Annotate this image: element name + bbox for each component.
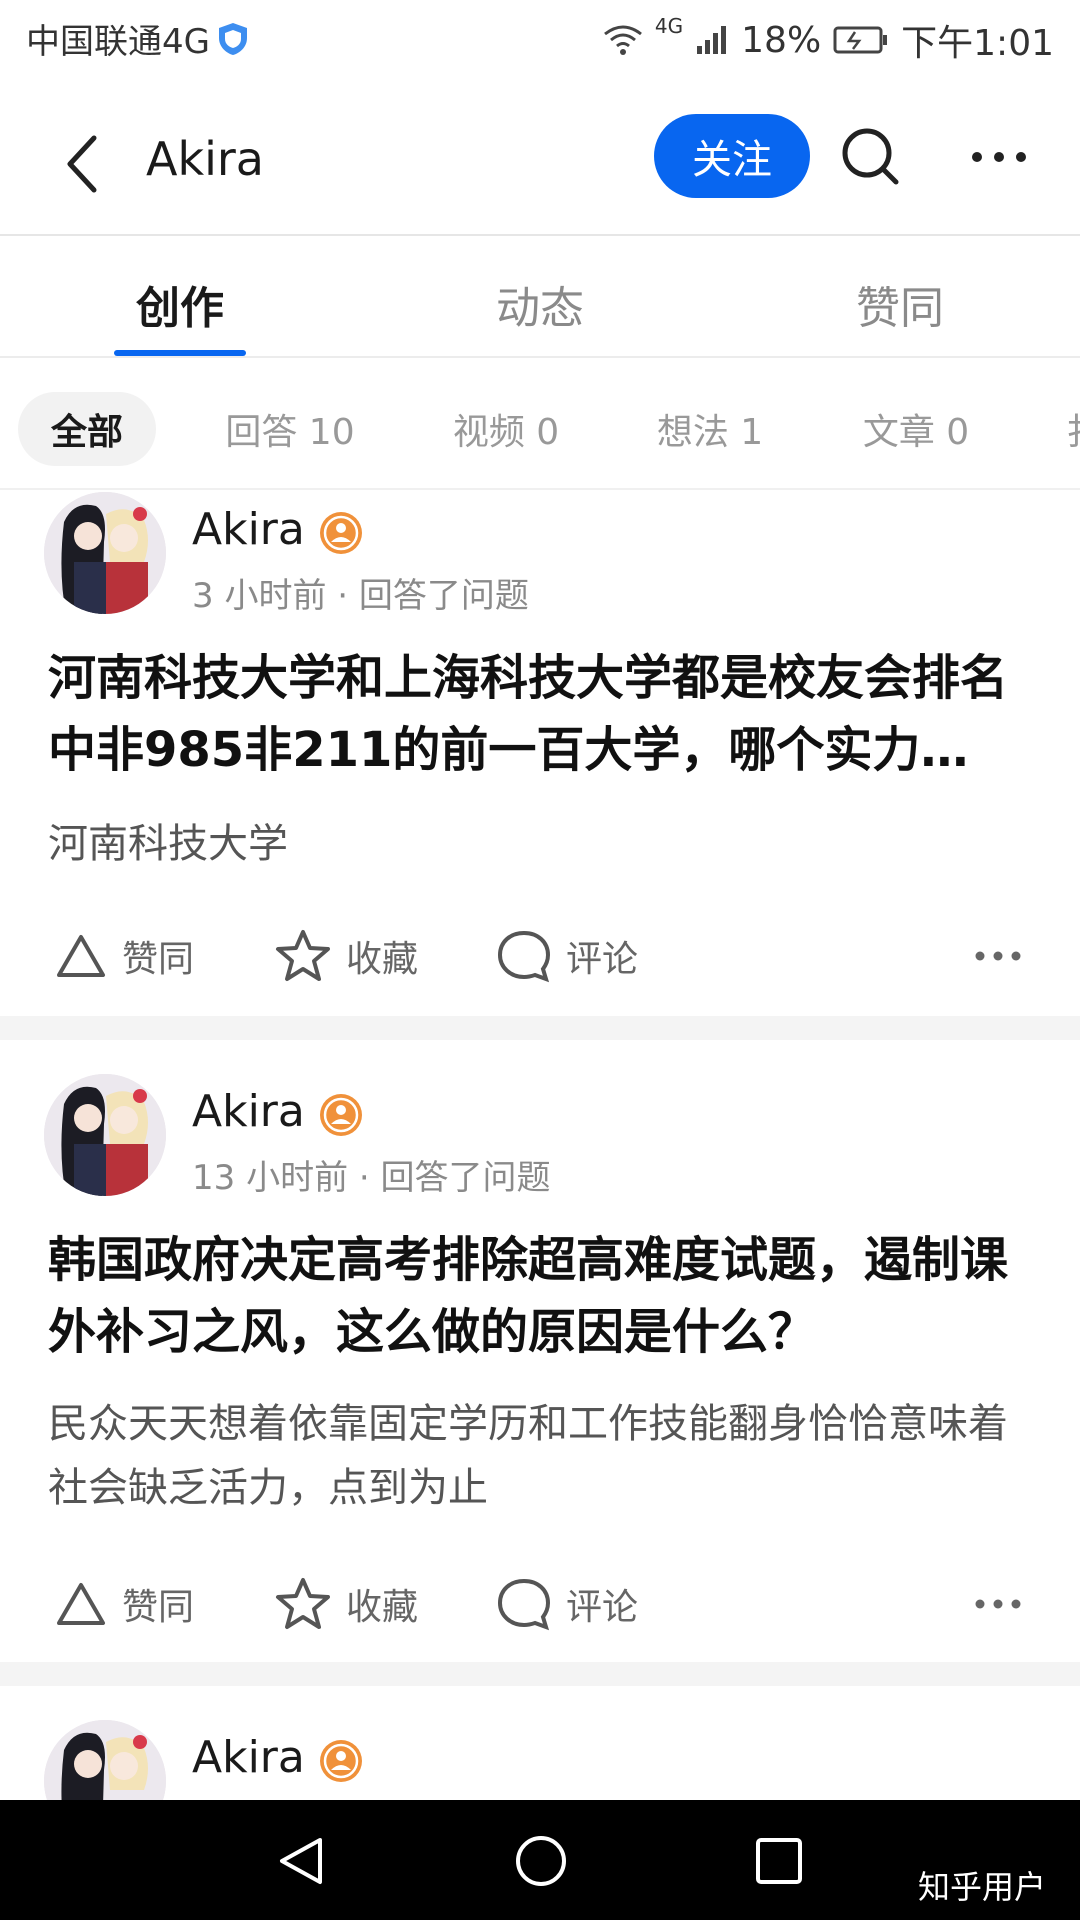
post-more-button[interactable] xyxy=(968,1574,1028,1634)
post-more-button[interactable] xyxy=(968,926,1028,986)
feed-card[interactable]: Akira xyxy=(0,1720,1080,1800)
filter-thoughts[interactable]: 想法 1 xyxy=(640,392,780,466)
nav-home-button[interactable] xyxy=(506,1826,576,1896)
comment-button[interactable]: 评论 xyxy=(496,916,638,996)
carrier-info: 中国联通4G xyxy=(26,14,250,63)
upvote-button[interactable]: 赞同 xyxy=(54,1564,194,1644)
search-button[interactable] xyxy=(836,122,906,192)
comment-button[interactable]: 评论 xyxy=(496,1564,638,1644)
feed-card[interactable]: Akira 13 小时前 · 回答了问题 韩国政府决定高考排除超高难度试题，遏制… xyxy=(0,1074,1080,1654)
profile-tabs: 创作 动态 赞同 xyxy=(0,238,1080,358)
nav-recents-button[interactable] xyxy=(744,1826,814,1896)
avatar[interactable] xyxy=(44,492,166,614)
card-separator xyxy=(0,1662,1080,1686)
comment-bubble-icon xyxy=(497,1578,551,1631)
more-horizontal-icon xyxy=(975,951,1021,961)
battery-percent: 18% xyxy=(741,19,822,61)
tab-creation[interactable]: 创作 xyxy=(80,272,280,336)
answer-excerpt[interactable]: 河南科技大学 xyxy=(48,812,1038,876)
upvote-label: 赞同 xyxy=(122,939,195,980)
filter-more-clipped[interactable]: 扌 xyxy=(1064,392,1080,466)
filter-videos[interactable]: 视频 0 xyxy=(436,392,576,466)
collect-button[interactable]: 收藏 xyxy=(274,1564,418,1644)
avatar[interactable] xyxy=(44,1074,166,1196)
battery-charging-icon xyxy=(833,26,888,54)
author-name[interactable]: Akira xyxy=(192,504,305,555)
star-icon xyxy=(276,1578,330,1629)
clock: 下午1:01 xyxy=(901,23,1054,64)
chevron-left-icon xyxy=(67,135,97,193)
question-title[interactable]: 韩国政府决定高考排除超高难度试题，遏制课外补习之风，这么做的原因是什么？ xyxy=(48,1224,1038,1368)
tab-upvoted[interactable]: 赞同 xyxy=(800,272,1000,336)
avatar-illustration xyxy=(44,1720,166,1800)
filter-answers[interactable]: 回答 10 xyxy=(210,392,370,466)
collect-label: 收藏 xyxy=(346,1587,419,1628)
comment-label: 评论 xyxy=(566,1587,639,1628)
signal-icon xyxy=(697,26,727,54)
content-filter-bar: 全部 回答 10 视频 0 想法 1 文章 0 扌 xyxy=(0,360,1080,490)
search-icon xyxy=(842,128,899,185)
follow-button[interactable]: 关注 xyxy=(654,114,810,198)
question-title[interactable]: 河南科技大学和上海科技大学都是校友会排名中非985非211的前一百大学，哪个实力… xyxy=(48,642,1038,786)
author-name[interactable]: Akira xyxy=(192,1732,305,1783)
author-name[interactable]: Akira xyxy=(192,1086,305,1137)
status-right: 4G 18% 下午1:01 xyxy=(603,14,1054,66)
post-meta: 3 小时前 · 回答了问题 xyxy=(192,576,529,616)
upvote-label: 赞同 xyxy=(122,1587,195,1628)
system-nav-bar: 知乎用户 xyxy=(0,1800,1080,1920)
upvote-triangle-icon xyxy=(57,1583,105,1625)
post-meta: 13 小时前 · 回答了问题 xyxy=(192,1158,551,1198)
active-tab-indicator xyxy=(114,350,246,356)
card-separator xyxy=(0,1016,1080,1040)
filter-articles[interactable]: 文章 0 xyxy=(846,392,986,466)
collect-button[interactable]: 收藏 xyxy=(274,916,418,996)
tab-activity[interactable]: 动态 xyxy=(440,272,640,336)
comment-bubble-icon xyxy=(497,930,551,983)
network-type: 4G xyxy=(654,14,684,38)
shield-icon xyxy=(218,22,247,55)
more-options-button[interactable] xyxy=(964,122,1034,192)
nav-back-button[interactable] xyxy=(266,1826,336,1896)
status-bar: 中国联通4G 4G 18% 下午1:01 xyxy=(0,0,1080,76)
page-title: Akira xyxy=(146,132,264,186)
top-app-bar: Akira 关注 xyxy=(0,96,1080,236)
verified-badge-icon xyxy=(320,512,362,554)
verified-badge-icon xyxy=(320,1740,362,1782)
comment-label: 评论 xyxy=(566,939,639,980)
action-bar: 赞同 收藏 评论 xyxy=(48,1564,1038,1644)
action-bar: 赞同 收藏 评论 xyxy=(48,916,1038,996)
more-horizontal-icon xyxy=(972,152,1026,162)
back-button[interactable] xyxy=(52,124,112,204)
app-root: 中国联通4G 4G 18% 下午1:01 Akira 关注 创作 动态 赞同 全… xyxy=(0,0,1080,1920)
more-horizontal-icon xyxy=(975,1599,1021,1609)
verified-badge-icon xyxy=(320,1094,362,1136)
carrier-label: 中国联通4G xyxy=(26,22,210,62)
upvote-triangle-icon xyxy=(57,935,105,977)
filter-all[interactable]: 全部 xyxy=(18,392,156,466)
watermark-label: 知乎用户 xyxy=(918,1868,1047,1906)
wifi-icon xyxy=(603,25,642,55)
nav-back-triangle-icon xyxy=(280,1838,322,1884)
nav-home-circle-icon xyxy=(516,1836,566,1886)
feed-card[interactable]: Akira 3 小时前 · 回答了问题 河南科技大学和上海科技大学都是校友会排名… xyxy=(0,492,1080,1012)
answer-excerpt[interactable]: 民众天天想着依靠固定学历和工作技能翻身恰恰意味着社会缺乏活力，点到为止 xyxy=(48,1392,1038,1520)
star-icon xyxy=(276,930,330,981)
nav-recents-square-icon xyxy=(756,1838,802,1884)
avatar-illustration xyxy=(44,1074,166,1196)
collect-label: 收藏 xyxy=(346,939,419,980)
avatar[interactable] xyxy=(44,1720,166,1800)
upvote-button[interactable]: 赞同 xyxy=(54,916,194,996)
avatar-illustration xyxy=(44,492,166,614)
